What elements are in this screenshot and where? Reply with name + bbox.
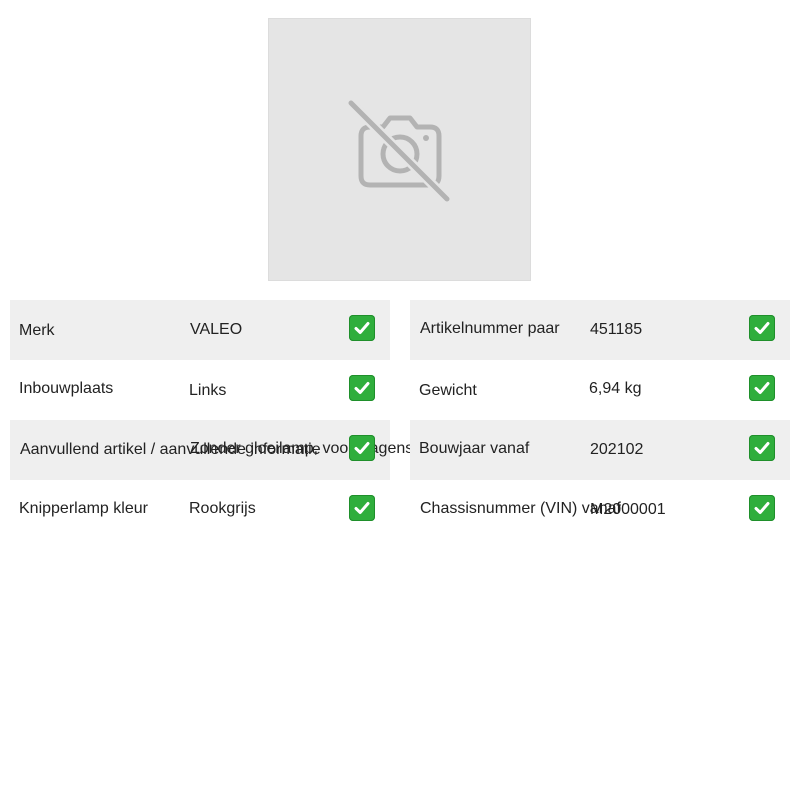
check-icon xyxy=(749,435,775,461)
spec-label: Merk xyxy=(19,322,55,339)
spec-row: Aanvullend artikel / aanvullende informa… xyxy=(10,420,413,480)
product-image-placeholder xyxy=(268,18,531,281)
check-icon xyxy=(749,495,775,521)
check-icon xyxy=(749,315,775,341)
spec-row: Knipperlamp kleur Rookgrijs xyxy=(10,480,390,540)
spec-table-right: Artikelnummer paar 451185 Gewicht 6,94 k… xyxy=(410,300,790,540)
spec-label: Artikelnummer paar xyxy=(420,320,560,337)
product-page: Merk VALEO Inbouwplaats Links Aanvullend… xyxy=(0,0,800,800)
camera-off-icon xyxy=(347,99,452,204)
spec-value: 202102 xyxy=(590,441,644,458)
spec-value: 451185 xyxy=(590,321,643,338)
spec-value: 6,94 kg xyxy=(589,380,642,397)
check-icon xyxy=(749,375,775,401)
check-icon xyxy=(349,435,375,461)
check-icon xyxy=(349,315,375,341)
spec-row: Bouwjaar vanaf 202102 xyxy=(410,420,790,480)
spec-label: Inbouwplaats xyxy=(19,380,114,397)
spec-value: M2000001 xyxy=(590,501,666,518)
spec-table-left: Merk VALEO Inbouwplaats Links Aanvullend… xyxy=(10,300,413,540)
spec-row: Inbouwplaats Links xyxy=(10,360,390,420)
spec-row: Chassisnummer (VIN) vanaf M2000001 xyxy=(410,480,790,540)
spec-row: Gewicht 6,94 kg xyxy=(410,360,790,420)
spec-value: Links xyxy=(189,382,227,399)
spec-value: Zonder gloeilamp, voor wagens xyxy=(190,440,414,457)
spec-row: Artikelnummer paar 451185 xyxy=(410,300,790,360)
check-icon xyxy=(349,495,375,521)
spec-label: Knipperlamp kleur xyxy=(19,500,148,517)
spec-value: VALEO xyxy=(190,321,243,338)
spec-value: Rookgrijs xyxy=(189,500,256,517)
spec-label: Gewicht xyxy=(419,382,477,399)
check-icon xyxy=(349,375,375,401)
spec-label: Bouwjaar vanaf xyxy=(419,440,530,457)
spec-row: Merk VALEO xyxy=(10,300,390,360)
